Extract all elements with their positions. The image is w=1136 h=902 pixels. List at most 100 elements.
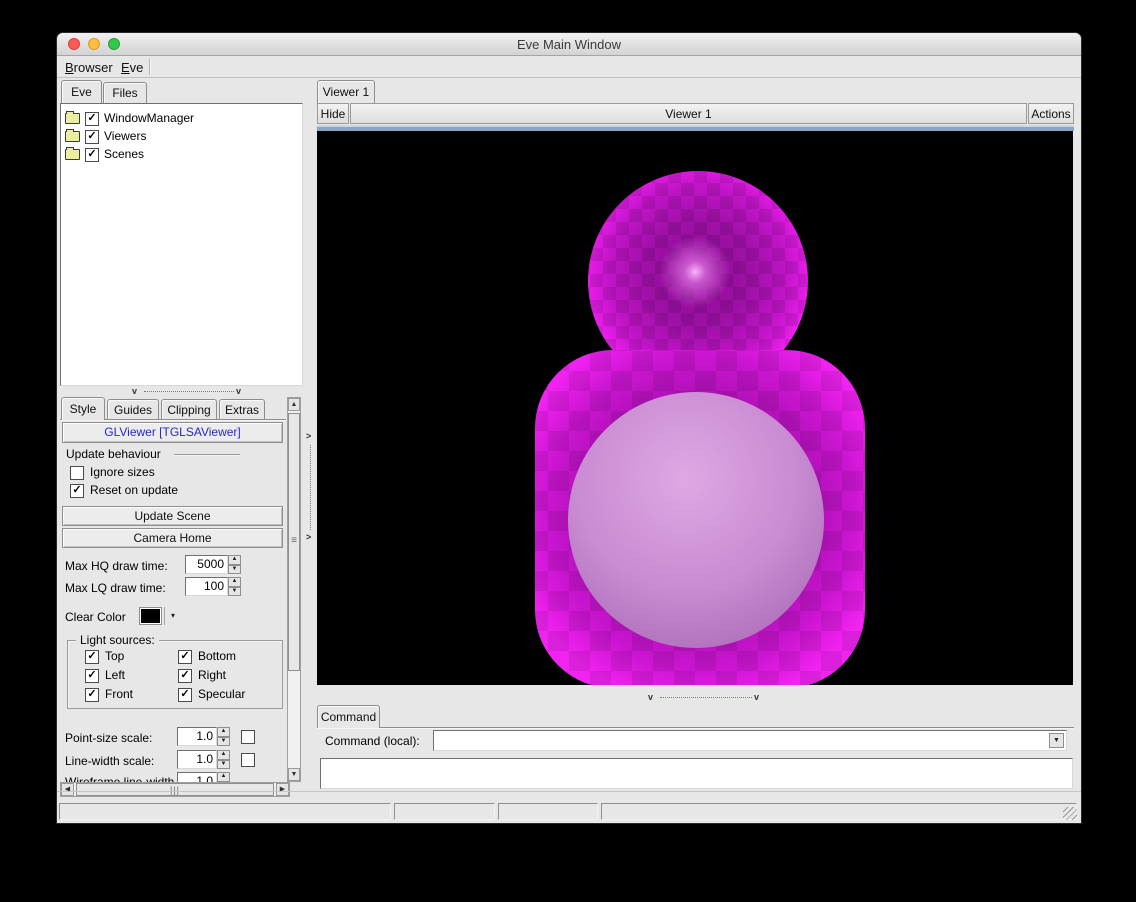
tab-eve[interactable]: Eve <box>61 80 102 103</box>
editor-vscrollbar[interactable]: ▲ ≡ ▼ <box>287 397 301 782</box>
max-lq-field[interactable]: 100 <box>185 577 228 596</box>
gl-scene <box>317 131 1073 685</box>
dropdown-arrow-icon: ▾ <box>171 611 175 620</box>
titlebar[interactable]: Eve Main Window <box>57 33 1081 56</box>
update-behaviour-line <box>174 454 240 455</box>
clear-color-label: Clear Color <box>65 610 126 624</box>
tree-checkbox[interactable]: ✓ <box>85 112 99 126</box>
max-lq-spinner[interactable]: ▲ ▼ <box>228 577 241 596</box>
tree-item-label[interactable]: WindowManager <box>104 111 194 125</box>
point-size-field[interactable]: 1.0 <box>177 727 217 746</box>
command-local-label: Command (local): <box>325 734 420 748</box>
status-panel <box>394 803 495 820</box>
viewer-titlebar[interactable]: Viewer 1 <box>350 103 1027 124</box>
max-hq-field[interactable]: 5000 <box>185 555 228 574</box>
spin-down-icon[interactable]: ▼ <box>228 565 241 575</box>
check-icon: ✓ <box>180 650 189 662</box>
point-size-checkbox[interactable]: ✓ <box>241 730 255 744</box>
vscroll-thumb[interactable]: ≡ <box>288 413 300 671</box>
glviewer-header-button[interactable]: GLViewer [TGLSAViewer] <box>62 422 283 443</box>
check-icon: ✓ <box>87 130 96 142</box>
hide-button[interactable]: Hide <box>317 103 349 124</box>
chevron-down-icon[interactable]: v <box>754 693 759 702</box>
spin-up-icon[interactable]: ▲ <box>228 577 241 587</box>
command-output[interactable] <box>320 758 1073 789</box>
menubar: Browser Eve <box>57 57 1081 78</box>
tab-clipping[interactable]: Clipping <box>161 399 217 420</box>
chevron-down-icon[interactable]: v <box>132 387 137 396</box>
light-front-checkbox[interactable]: ✓ <box>85 688 99 702</box>
eve-tree-panel[interactable]: ✓ WindowManager ✓ Viewers ✓ Scenes <box>60 103 303 386</box>
spin-up-icon[interactable]: ▲ <box>217 772 230 782</box>
scroll-up-icon[interactable]: ▲ <box>288 398 300 411</box>
tree-checkbox[interactable]: ✓ <box>85 148 99 162</box>
chevron-right-icon[interactable]: > <box>306 432 311 441</box>
actions-button[interactable]: Actions <box>1028 103 1074 124</box>
resize-grip[interactable] <box>1063 807 1077 820</box>
spin-down-icon[interactable]: ▼ <box>217 760 230 770</box>
gl-viewport[interactable] <box>317 131 1073 685</box>
line-width-label: Line-width scale: <box>65 754 154 768</box>
tab-guides[interactable]: Guides <box>107 399 159 420</box>
light-right-checkbox[interactable]: ✓ <box>178 669 192 683</box>
chevron-down-icon[interactable]: v <box>648 693 653 702</box>
point-size-label: Point-size scale: <box>65 731 152 745</box>
light-left-checkbox[interactable]: ✓ <box>85 669 99 683</box>
command-input[interactable] <box>433 730 1067 751</box>
menu-eve[interactable]: Eve <box>117 57 147 78</box>
tab-viewer-1[interactable]: Viewer 1 <box>317 80 375 103</box>
update-scene-button[interactable]: Update Scene <box>62 506 283 526</box>
wireframe-spinner[interactable]: ▲ ▼ <box>217 772 230 782</box>
scene-body <box>535 350 865 685</box>
line-width-field[interactable]: 1.0 <box>177 750 217 769</box>
tab-files[interactable]: Files <box>103 82 147 103</box>
splitter-dots <box>310 445 312 530</box>
window-title: Eve Main Window <box>57 33 1081 56</box>
style-editor-panel: GLViewer [TGLSAViewer] Update behaviour … <box>60 420 288 782</box>
spin-down-icon[interactable]: ▼ <box>217 737 230 747</box>
status-panel <box>498 803 598 820</box>
spin-up-icon[interactable]: ▲ <box>228 555 241 565</box>
tab-command[interactable]: Command <box>317 705 380 728</box>
camera-home-button[interactable]: Camera Home <box>62 528 283 548</box>
light-top-checkbox[interactable]: ✓ <box>85 650 99 664</box>
light-specular-label: Specular <box>198 687 245 701</box>
statusbar <box>57 791 1081 824</box>
scroll-down-icon[interactable]: ▼ <box>288 768 300 781</box>
chevron-down-icon[interactable]: v <box>236 387 241 396</box>
tree-editor-splitter[interactable]: v v <box>60 386 303 397</box>
max-lq-label: Max LQ draw time: <box>65 581 166 595</box>
spin-up-icon[interactable]: ▲ <box>217 750 230 760</box>
light-right-label: Right <box>198 668 226 682</box>
check-icon: ✓ <box>72 484 81 496</box>
command-dropdown-button[interactable]: ▼ <box>1049 733 1064 748</box>
spin-down-icon[interactable]: ▼ <box>228 587 241 597</box>
desktop: Eve Main Window Browser Eve Eve Files ✓ … <box>0 0 1136 902</box>
tree-item-label[interactable]: Viewers <box>104 129 146 143</box>
folder-icon <box>65 131 80 142</box>
viewer-command-splitter[interactable]: v v <box>317 692 1073 704</box>
max-hq-label: Max HQ draw time: <box>65 559 168 573</box>
light-specular-checkbox[interactable]: ✓ <box>178 688 192 702</box>
ignore-sizes-checkbox[interactable]: ✓ <box>70 466 84 480</box>
point-size-spinner[interactable]: ▲ ▼ <box>217 727 230 746</box>
tree-item-label[interactable]: Scenes <box>104 147 144 161</box>
line-width-spinner[interactable]: ▲ ▼ <box>217 750 230 769</box>
clear-color-dropdown[interactable]: ▾ <box>166 607 180 625</box>
reset-on-update-checkbox[interactable]: ✓ <box>70 484 84 498</box>
tab-extras[interactable]: Extras <box>219 399 265 420</box>
tab-style[interactable]: Style <box>61 397 105 420</box>
menu-browser[interactable]: Browser <box>61 57 117 78</box>
folder-icon <box>65 149 80 160</box>
tree-checkbox[interactable]: ✓ <box>85 130 99 144</box>
wireframe-field[interactable]: 1.0 <box>177 772 217 782</box>
chevron-right-icon[interactable]: > <box>306 533 311 542</box>
spin-up-icon[interactable]: ▲ <box>217 727 230 737</box>
clear-color-swatch[interactable] <box>139 607 162 625</box>
light-bottom-checkbox[interactable]: ✓ <box>178 650 192 664</box>
max-hq-spinner[interactable]: ▲ ▼ <box>228 555 241 574</box>
eve-main-window: Eve Main Window Browser Eve Eve Files ✓ … <box>57 33 1081 823</box>
main-vertical-splitter[interactable]: > > <box>304 80 316 790</box>
line-width-checkbox[interactable]: ✓ <box>241 753 255 767</box>
splitter-dots <box>660 697 752 699</box>
